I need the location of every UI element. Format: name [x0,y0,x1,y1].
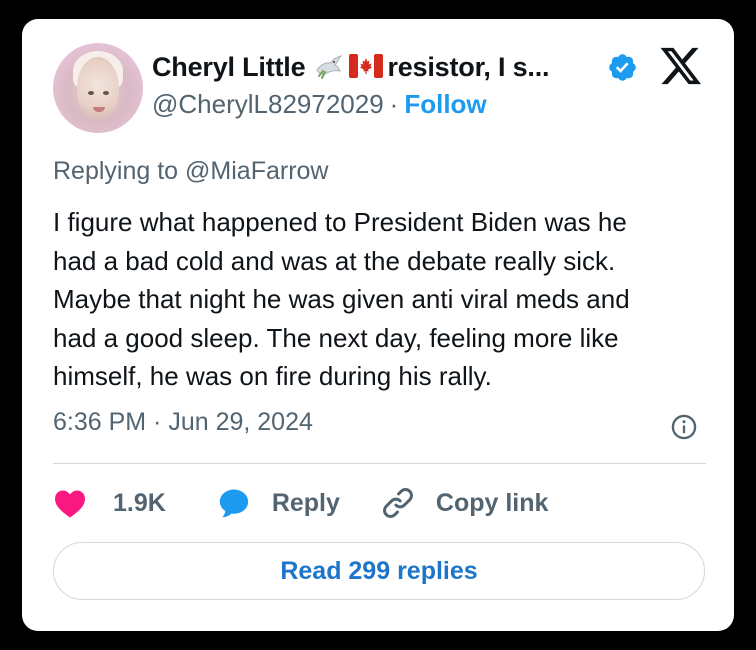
canada-flag-icon [349,54,384,78]
copy-link-label: Copy link [435,488,549,517]
tweet-text-line: had a good sleep. The next day, feeling … [53,322,619,353]
tweet-text: I figure what happened to President Bide… [53,203,713,396]
dove-icon [313,54,343,80]
tweet-text-line: Maybe that night he was given anti viral… [53,284,630,314]
verified-badge-icon [609,54,636,81]
author-handle[interactable]: @CherylL82972029 [152,89,384,119]
display-name[interactable]: Cheryl Little [152,52,306,83]
replying-mention-link[interactable]: @MiaFarrow [185,157,328,185]
reply-button[interactable]: Reply [216,486,340,520]
avatar[interactable] [53,43,143,133]
tweet-text-line: I figure what happened to President Bide… [53,207,627,237]
replying-prefix: Replying to [53,157,179,185]
x-logo-icon[interactable] [658,46,704,86]
follow-link[interactable]: Follow [404,89,486,119]
copy-link-button[interactable]: Copy link [380,485,549,521]
info-icon[interactable] [670,413,698,441]
tweet-text-line: himself, he was on fire during his rally… [53,361,492,391]
tweet-text-line: had a bad cold and was at the debate rea… [53,245,616,276]
handle-row: @CherylL82972029 · Follow [152,89,487,120]
like-button[interactable]: 1.9K [53,488,166,518]
display-name-suffix[interactable]: resistor, I s... [387,52,549,83]
action-bar: 1.9K Reply Copy link [53,481,548,525]
handle-separator: · [389,89,399,119]
tweet-timestamp[interactable]: 6:36 PM · Jun 29, 2024 [53,408,313,437]
reply-bubble-icon [219,489,248,518]
tweet-card: Cheryl Little resistor, I s... @CherylL8… [22,19,734,631]
replying-to: Replying to @MiaFarrow [53,157,328,186]
like-count: 1.9K [113,488,166,517]
author-name-row[interactable]: Cheryl Little resistor, I s... [152,49,550,85]
read-replies-button[interactable]: Read 299 replies [53,542,705,600]
link-icon [383,488,413,518]
avatar-eye-left [88,91,94,95]
heart-icon [55,490,85,518]
divider [53,463,706,464]
avatar-eye-right [103,91,109,95]
reply-label: Reply [271,488,340,517]
